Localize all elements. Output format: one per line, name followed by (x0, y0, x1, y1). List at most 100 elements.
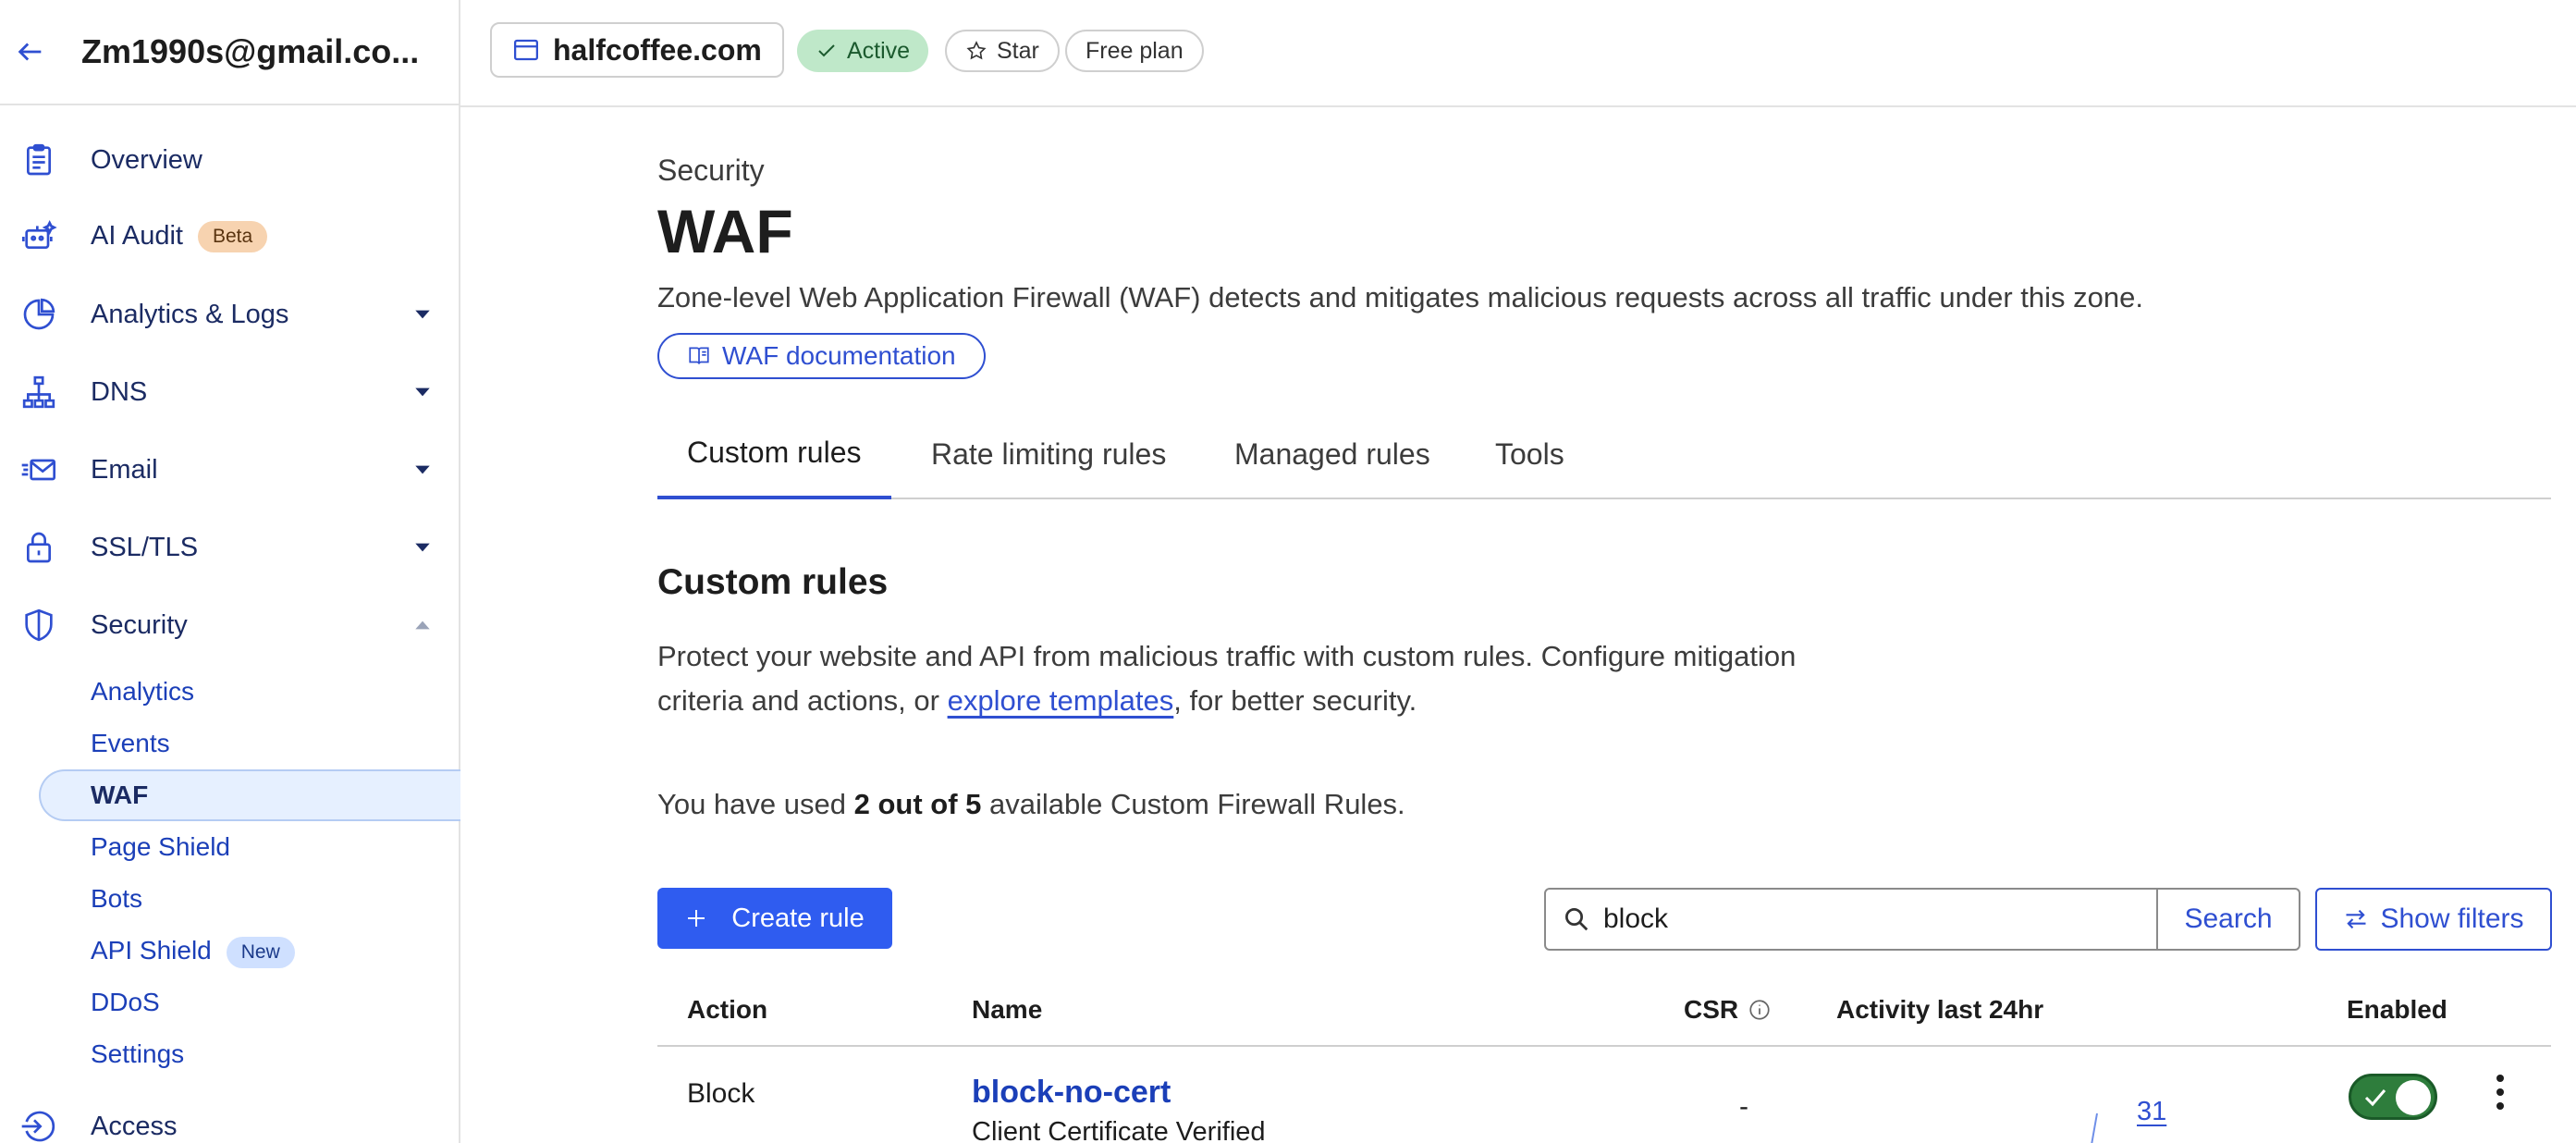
doc-link-label: WAF documentation (722, 341, 956, 370)
search-field-wrap (1546, 890, 2156, 949)
column-csr: CSR (1684, 995, 1772, 1025)
explore-templates-link[interactable]: explore templates (948, 684, 1174, 717)
search-box: Search (1544, 888, 2300, 951)
sidebar-item-access[interactable]: Access (0, 1097, 459, 1143)
chevron-down-icon (415, 310, 430, 319)
book-icon (689, 347, 709, 364)
sidebar-item-email[interactable]: Email (0, 440, 459, 499)
activity-sparkline (2091, 1112, 2098, 1143)
email-icon (21, 459, 56, 481)
column-csr-label: CSR (1684, 995, 1739, 1024)
sub-item-waf[interactable]: WAF (91, 780, 148, 810)
tabs: Custom rules Rate limiting rules Managed… (657, 409, 2551, 499)
plus-icon (688, 910, 705, 927)
search-input[interactable] (1603, 903, 2066, 935)
domain-selector[interactable]: halfcoffee.com (490, 22, 784, 78)
account-name[interactable]: Zm1990s@gmail.co... (81, 32, 419, 71)
activity-count-link[interactable]: 31 (2137, 1097, 2166, 1127)
sub-item-api-shield[interactable]: API Shield New (91, 936, 295, 968)
sub-item-page-shield[interactable]: Page Shield (91, 832, 230, 862)
kebab-dot (2496, 1075, 2504, 1082)
plan-label: Free plan (1086, 37, 1184, 64)
sidebar: Zm1990s@gmail.co... Overview AI Audit Bet… (0, 0, 460, 1143)
kebab-dot (2496, 1102, 2504, 1110)
sidebar-item-analytics-logs[interactable]: Analytics & Logs (0, 285, 459, 344)
back-arrow-icon[interactable] (15, 36, 46, 68)
shield-icon (25, 608, 53, 642)
sidebar-item-label-wrap: AI Audit Beta (91, 220, 268, 253)
sidebar-item-label: Overview (91, 144, 202, 175)
sub-item-analytics[interactable]: Analytics (91, 677, 194, 707)
lock-icon (27, 532, 51, 563)
tab-custom-rules[interactable]: Custom rules (657, 409, 891, 499)
show-filters-button[interactable]: Show filters (2315, 888, 2552, 951)
chevron-down-icon (415, 387, 430, 397)
check-icon (2364, 1089, 2386, 1107)
star-icon (966, 41, 987, 60)
search-button[interactable]: Search (2156, 890, 2299, 949)
tab-managed-rules[interactable]: Managed rules (1234, 409, 1430, 499)
chevron-up-icon (415, 621, 430, 630)
info-icon[interactable] (1748, 998, 1772, 1022)
usage-pre: You have used (657, 788, 854, 820)
sidebar-item-overview[interactable]: Overview (0, 130, 459, 190)
sub-item-label: API Shield (91, 936, 212, 965)
clipboard-icon (27, 143, 51, 176)
more-options-icon[interactable] (2494, 1075, 2507, 1115)
sidebar-item-label: AI Audit (91, 220, 183, 251)
network-icon (22, 375, 55, 409)
plan-badge[interactable]: Free plan (1065, 30, 1204, 72)
rule-csr: - (1739, 1091, 1748, 1122)
tab-rate-limiting-rules[interactable]: Rate limiting rules (931, 409, 1166, 499)
table-header: Action Name CSR Activity last 24hr Enabl… (657, 995, 2551, 1047)
rule-description: Client Certificate Verified (972, 1117, 1266, 1143)
status-badge: Active (797, 30, 929, 72)
sub-item-events[interactable]: Events (91, 729, 170, 758)
sidebar-item-dns[interactable]: DNS (0, 363, 459, 422)
page-eyebrow: Security (657, 154, 765, 187)
usage-count: 2 out of 5 (853, 788, 982, 820)
star-button[interactable]: Star (945, 30, 1060, 72)
column-activity: Activity last 24hr (1836, 995, 2044, 1024)
star-label: Star (997, 37, 1039, 64)
pie-chart-icon (23, 298, 55, 330)
sub-item-bots[interactable]: Bots (91, 884, 142, 914)
rule-name-link[interactable]: block-no-cert (972, 1075, 1171, 1111)
column-enabled: Enabled (2347, 995, 2447, 1024)
sub-item-settings[interactable]: Settings (91, 1039, 184, 1069)
sidebar-item-ai-audit[interactable]: AI Audit Beta (0, 207, 459, 266)
sidebar-item-label: Email (91, 454, 158, 485)
para-text-2: , for better security. (1173, 684, 1417, 717)
sidebar-header: Zm1990s@gmail.co... (0, 0, 459, 105)
column-action: Action (687, 995, 768, 1024)
sub-item-ddos[interactable]: DDoS (91, 988, 160, 1017)
beta-badge: Beta (197, 221, 268, 253)
table-row[interactable]: Block block-no-cert Client Certificate V… (657, 1049, 2551, 1143)
rule-action: Block (687, 1078, 755, 1109)
sidebar-item-ssl-tls[interactable]: SSL/TLS (0, 518, 459, 577)
waf-documentation-link[interactable]: WAF documentation (657, 333, 986, 379)
domain-name: halfcoffee.com (553, 32, 762, 67)
enabled-toggle[interactable] (2349, 1074, 2437, 1120)
sidebar-item-security[interactable]: Security (0, 596, 459, 655)
section-title: Custom rules (657, 562, 889, 602)
toggle-knob (2396, 1080, 2431, 1115)
top-bar: halfcoffee.com Active Star Free plan (460, 0, 2576, 107)
sidebar-item-label: Access (91, 1111, 178, 1141)
create-rule-button[interactable]: Create rule (657, 888, 892, 949)
new-badge: New (226, 936, 295, 968)
browser-window-icon (514, 39, 538, 61)
tab-tools[interactable]: Tools (1495, 409, 1564, 499)
chevron-down-icon (415, 465, 430, 474)
usage-text: You have used 2 out of 5 available Custo… (657, 788, 1405, 821)
search-icon (1565, 908, 1589, 931)
column-name: Name (972, 995, 1043, 1024)
sidebar-item-label: Security (91, 609, 188, 640)
create-rule-label: Create rule (731, 903, 865, 933)
check-icon (818, 44, 835, 57)
chevron-down-icon (415, 543, 430, 552)
sidebar-item-label: DNS (91, 376, 148, 407)
swap-arrows-icon (2346, 909, 2366, 929)
access-icon (21, 1111, 55, 1142)
section-description: Protect your website and API from malici… (657, 634, 1822, 723)
